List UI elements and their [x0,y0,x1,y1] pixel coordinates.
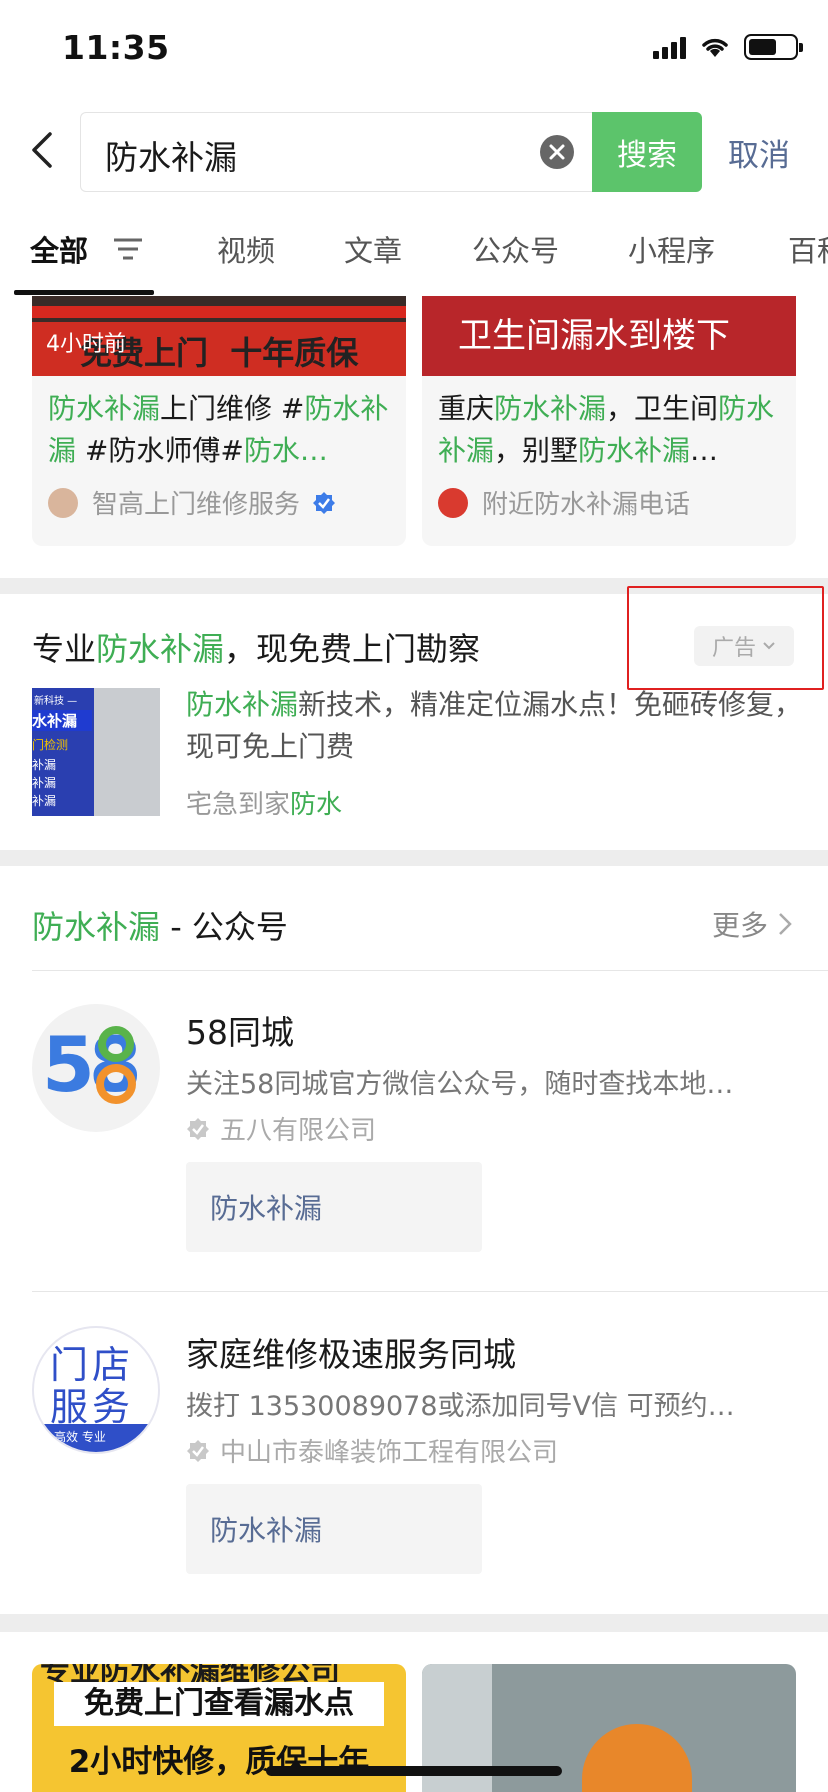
video-title: 重庆防水补漏，卫生间防水补漏，别墅防水补漏… [438,392,775,467]
verified-badge-icon [313,491,336,514]
account-description: 关注58同城官方微信公众号，随时查找本地… [186,1069,734,1100]
account-item[interactable]: 门店 服务 高效 专业 家庭维修极速服务同城 拨打 13530089078或添加… [0,1292,828,1592]
account-logo: 门店 服务 高效 专业 [32,1326,160,1454]
tab-all[interactable]: 全部 [30,228,88,270]
video-title: 防水补漏上门维修 #防水补漏 #防水师傅#防水… [48,392,389,467]
account-item[interactable]: 58 58同城 关注58同城官方微信公众号，随时查找本地… 五八有限公司 防水补… [0,970,828,1270]
status-bar: 11:35 [0,0,828,100]
account-description: 拨打 13530089078或添加同号V信 可预约… [186,1391,735,1422]
search-row: 防水补漏 搜索 取消 [0,110,828,194]
back-button[interactable] [22,120,82,184]
wifi-icon [702,38,728,57]
battery-icon [744,34,803,60]
banner-text: 卫生间漏水到楼下 [458,316,730,356]
tab-articles[interactable]: 文章 [344,228,402,270]
video-card[interactable]: 免费上门 十年质保 4小时前 防水补漏上门维修 #防水补漏 #防水师傅#防水… … [32,296,406,546]
status-icons [653,34,803,60]
section-title: 防水补漏 - 公众号 [32,908,288,946]
account-keyword-button[interactable]: 防水补漏 [186,1484,482,1574]
video-author: 附近防水补漏电话 [438,484,690,521]
ad-result[interactable]: 专业防水补漏，现免费上门勘察 广告 新科技 — 水补漏 门检测 补漏 补漏 补漏… [0,586,828,850]
video-author: 智高上门维修服务 [48,484,336,521]
section-divider [0,1614,828,1632]
home-indicator [266,1766,562,1776]
verified-icon [187,1439,209,1462]
official-accounts-section: 防水补漏 - 公众号 更多 58 58同城 关注58同城官方微信公众号，随时查找… [0,866,828,1614]
video-thumbnail: 卫生间漏水到楼下 [422,296,796,376]
filter-icon[interactable] [110,234,146,264]
account-logo: 58 [32,1004,160,1132]
more-link[interactable]: 更多 [712,904,792,944]
ad-description: 防水补漏新技术，精准定位漏水点！免砸砖修复，现可免上门费 [186,688,803,763]
search-query-text: 防水补漏 [105,138,237,177]
ad-source: 宅急到家防水 [186,790,343,820]
status-time: 11:35 [62,28,170,67]
annotation-box [627,586,824,690]
tab-official-accounts[interactable]: 公众号 [472,228,559,270]
active-tab-underline [14,290,154,295]
verified-icon [187,1117,209,1140]
account-keyword-button[interactable]: 防水补漏 [186,1162,482,1252]
video-thumbnail: 免费上门 十年质保 4小时前 [32,296,406,376]
video-card[interactable]: 卫生间漏水到楼下 重庆防水补漏，卫生间防水补漏，别墅防水补漏… 附近防水补漏电话 [422,296,796,546]
tab-video[interactable]: 视频 [217,228,275,270]
account-owner: 中山市泰峰装饰工程有限公司 [186,1432,558,1469]
cellular-signal-icon [653,35,686,59]
chevron-left-icon [32,132,52,168]
avatar [48,487,78,518]
avatar [438,487,468,518]
account-name: 58同城 [186,1013,294,1052]
clear-icon[interactable] [540,135,574,169]
section-divider [0,850,828,866]
account-name: 家庭维修极速服务同城 [186,1335,516,1374]
account-owner: 五八有限公司 [186,1110,376,1147]
chevron-right-icon [779,913,792,935]
search-button[interactable]: 搜索 [592,112,702,192]
ad-title: 专业防水补漏，现免费上门勘察 [32,630,481,668]
category-tabs: 全部 视频 文章 公众号 小程序 百科 [0,212,828,296]
tab-mini-programs[interactable]: 小程序 [628,228,715,270]
video-results: 免费上门 十年质保 4小时前 防水补漏上门维修 #防水补漏 #防水师傅#防水… … [0,296,828,578]
video-time-overlay: 4小时前 [46,332,126,357]
cancel-button[interactable]: 取消 [728,130,790,175]
ad-thumbnail: 新科技 — 水补漏 门检测 补漏 补漏 补漏 [32,688,160,816]
search-input[interactable]: 防水补漏 [80,112,592,192]
tab-baike[interactable]: 百科 [788,228,828,270]
